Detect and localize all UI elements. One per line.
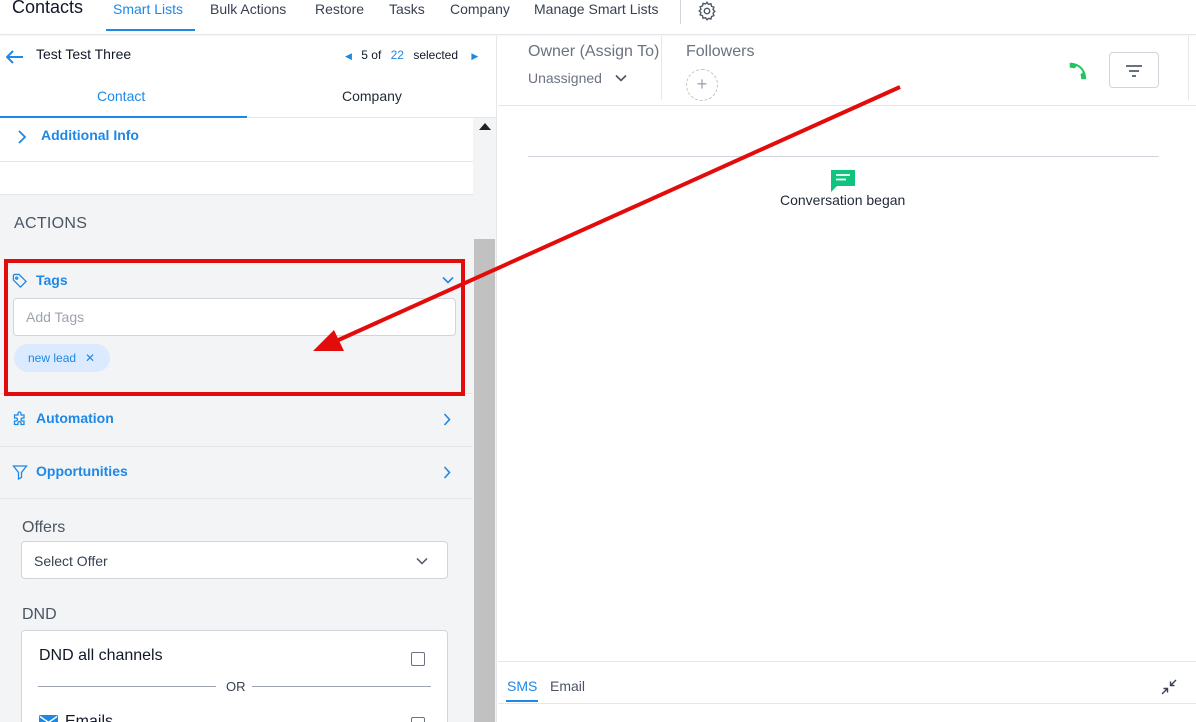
nav-tab-restore[interactable]: Restore: [315, 1, 364, 17]
offers-label: Offers: [22, 519, 66, 536]
envelope-icon: [39, 715, 58, 722]
chevron-right-icon: [443, 466, 451, 479]
app-title: Contacts: [12, 0, 84, 17]
nav-tab-bulk-actions[interactable]: Bulk Actions: [210, 1, 286, 17]
nav-divider: [680, 0, 681, 24]
gear-icon[interactable]: [696, 0, 718, 22]
offer-select[interactable]: Select Offer: [21, 541, 448, 579]
composer-tab-indicator: [506, 700, 538, 702]
pager-current: 5 of: [361, 48, 382, 62]
or-divider-right: [252, 686, 431, 687]
automation-label: Automation: [36, 410, 114, 426]
nav-tab-company[interactable]: Company: [450, 1, 510, 17]
pager-total: 22: [390, 48, 404, 62]
chevron-down-icon[interactable]: [615, 74, 627, 82]
header-divider: [661, 36, 662, 100]
contact-name: Test Test Three: [36, 46, 132, 62]
dnd-emails-checkbox[interactable]: [411, 717, 425, 722]
tab-company[interactable]: Company: [342, 88, 402, 104]
prev-contact-icon[interactable]: ◀: [345, 51, 352, 61]
filter-button[interactable]: [1109, 52, 1159, 88]
dnd-all-channels-label: DND all channels: [39, 647, 163, 664]
actions-heading: ACTIONS: [14, 215, 88, 232]
chevron-right-icon: [18, 130, 27, 144]
dnd-emails-label: Emails: [65, 713, 114, 722]
additional-info-section[interactable]: Additional Info: [0, 118, 473, 162]
back-arrow-icon[interactable]: [6, 50, 24, 64]
owner-select[interactable]: Unassigned: [528, 70, 602, 86]
top-nav: Contacts Smart Lists Bulk Actions Restor…: [0, 0, 1196, 35]
conversation-began-label: Conversation began: [780, 192, 906, 208]
scrollbar-thumb[interactable]: [474, 239, 495, 722]
chat-bubble-icon: [831, 170, 855, 192]
followers-label: Followers: [686, 43, 755, 60]
composer-bottom-border: [498, 703, 1196, 704]
additional-info-label: Additional Info: [41, 127, 139, 143]
panel-edge: [1188, 36, 1189, 100]
or-divider-left: [38, 686, 216, 687]
contact-sections: Additional Info ACTIONS Tags new lead ✕ …: [0, 118, 473, 722]
next-contact-icon[interactable]: ▶: [471, 51, 478, 61]
conversation-panel: Owner (Assign To) Unassigned Followers +…: [498, 36, 1196, 722]
automation-section[interactable]: Automation: [0, 393, 473, 446]
chevron-right-icon: [443, 413, 451, 426]
highlight-box: [4, 259, 465, 396]
pager-suffix: selected: [413, 48, 459, 62]
tab-contact[interactable]: Contact: [97, 88, 145, 104]
dnd-options: DND all channels OR Emails: [21, 630, 448, 722]
scroll-up-icon[interactable]: [479, 123, 491, 130]
collapse-icon[interactable]: [1161, 679, 1177, 695]
chevron-down-icon: [416, 557, 428, 565]
opportunities-label: Opportunities: [36, 463, 128, 479]
puzzle-icon: [13, 411, 25, 426]
conversation-divider: [528, 156, 1159, 157]
add-follower-button[interactable]: +: [686, 69, 718, 101]
nav-tab-manage-smart-lists[interactable]: Manage Smart Lists: [534, 1, 659, 17]
offer-select-value: Select Offer: [34, 553, 108, 569]
funnel-icon: [12, 465, 28, 480]
composer-tab-email[interactable]: Email: [550, 678, 585, 694]
composer-tab-sms[interactable]: SMS: [507, 678, 537, 694]
dnd-label: DND: [22, 606, 57, 623]
nav-tab-smart-lists[interactable]: Smart Lists: [113, 1, 183, 17]
left-panel-scrollbar[interactable]: [473, 118, 496, 722]
header-border: [498, 105, 1196, 106]
active-tab-indicator: [106, 29, 195, 31]
filter-icon: [1126, 65, 1142, 77]
composer-border: [498, 661, 1196, 662]
phone-icon[interactable]: [1066, 60, 1088, 82]
or-divider-text: OR: [226, 679, 246, 694]
contact-pager: ◀ 5 of 22 selected ▶: [345, 48, 478, 62]
owner-label: Owner (Assign To): [528, 43, 660, 60]
dnd-all-channels-checkbox[interactable]: [411, 652, 425, 666]
section-spacer: [0, 162, 473, 195]
nav-tab-tasks[interactable]: Tasks: [389, 1, 425, 17]
opportunities-section[interactable]: Opportunities: [0, 446, 473, 499]
